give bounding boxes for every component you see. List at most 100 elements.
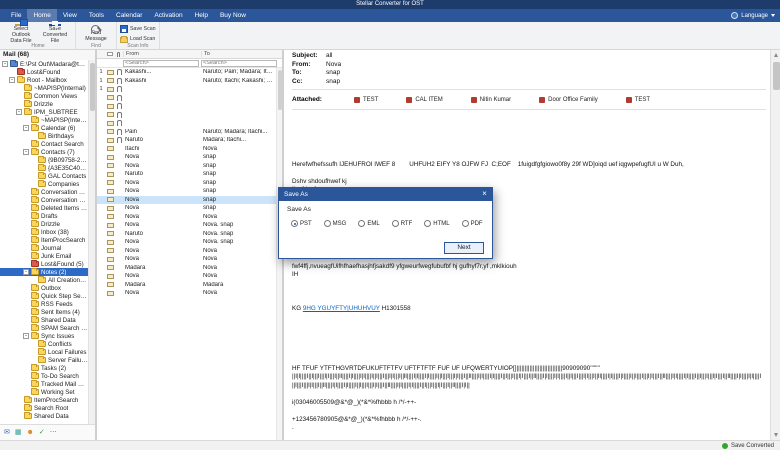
attachment-chip[interactable]: TEST [354,96,378,103]
tree-item[interactable]: Lost&Found (5) [0,260,88,268]
module-icon[interactable]: ▦ [15,425,22,441]
tree-header[interactable]: Mail (68) [0,50,95,60]
tree-item[interactable]: ~MAPISP(Internal) [0,84,88,92]
module-icon[interactable]: ☻ [27,425,34,441]
menu-tab[interactable]: Activation [148,9,188,22]
list-scrollbar-thumb[interactable] [278,70,282,110]
mail-list-row[interactable] [97,111,276,120]
tree-item[interactable]: Companies [0,180,88,188]
tree-item[interactable]: GAL Contacts [0,172,88,180]
menu-tab[interactable]: Tools [83,9,110,22]
mail-list-row[interactable]: Nova Nova [97,272,276,281]
tree-item[interactable]: Local Failures [0,348,88,356]
tree-item[interactable]: - Root - Mailbox [0,76,88,84]
mail-list-row[interactable]: Nova Nova. snap [97,221,276,230]
tree-item[interactable]: To-Do Search [0,372,88,380]
tree-scrollbar[interactable] [88,60,95,424]
expander-icon[interactable]: - [23,333,29,339]
tree-item[interactable]: Shared Data [0,316,88,324]
menu-tab[interactable]: Calendar [110,9,148,22]
tree-item[interactable]: All Creations (2) [0,276,88,284]
find-message-button[interactable]: Find Message [79,23,113,43]
tree-item[interactable]: - Contacts (7) [0,148,88,156]
to-search-input[interactable] [201,59,277,67]
mail-list-row[interactable] [97,94,276,103]
tree-item[interactable]: Server Failures [0,356,88,364]
mail-list-row[interactable]: 1 [97,85,276,94]
tree-item[interactable]: - Notes (2) [0,268,88,276]
mail-list-row[interactable]: Nova Nova [97,289,276,298]
next-button[interactable]: Next [444,242,484,254]
format-radio-option[interactable]: PST [291,220,312,227]
tree-item[interactable]: Contact Search [0,140,88,148]
mail-list-row[interactable]: Nova Nova. snap [97,238,276,247]
attachment-chip[interactable]: Door Office Family [539,96,598,103]
menu-tab[interactable]: Help [189,9,214,22]
tree-item[interactable]: ~MAPISP(Internal) [0,116,88,124]
to-column-header[interactable]: To [201,51,282,57]
mail-list-row[interactable]: Nova Nova [97,247,276,256]
mail-list-row[interactable]: Nova Nova [97,255,276,264]
attachment-chip[interactable]: CAL ITEM [406,96,443,103]
tree-item[interactable]: {A3E35C40-8540-... [0,164,88,172]
format-radio-option[interactable]: HTML [424,220,450,227]
tree-item[interactable]: ItemProcSearch [0,236,88,244]
mail-list-row[interactable]: Naruto snap [97,170,276,179]
save-converted-file-button[interactable]: Save Converted File [38,21,72,43]
tree-item[interactable]: Junk Email [0,252,88,260]
tree-item[interactable]: Inbox (38) [0,228,88,236]
preview-scrollbar-thumb[interactable] [772,62,780,90]
expander-icon[interactable]: - [23,125,29,131]
from-column-header[interactable]: From [123,51,201,57]
mail-list-row[interactable]: Nova Nova [97,213,276,222]
menu-tab[interactable]: View [57,9,83,22]
expander-icon[interactable]: - [16,109,22,115]
tree-item[interactable]: Drizzle [0,100,88,108]
mail-list-row[interactable]: Nova snap [97,153,276,162]
tree-item[interactable]: Birthdays [0,132,88,140]
mail-list-row[interactable]: Nova snap [97,195,276,204]
tree-item[interactable]: - E:\Pst Out\Madara@tech.c... [0,60,88,68]
load-scan-button[interactable]: Load Scan [120,35,156,43]
mail-list-row[interactable]: 1 Kakashi Naruto; Itachi; Kakashi; Pain.… [97,77,276,86]
attachment-column-header[interactable] [115,51,123,57]
mail-list-row[interactable]: Madara Madara [97,281,276,290]
select-outlook-data-file-button[interactable]: Select Outlook Data File [4,19,38,43]
mail-type-column-header[interactable] [105,52,115,56]
tree-item[interactable]: Conflicts [0,340,88,348]
tree-item[interactable]: - Sync Issues [0,332,88,340]
tree-item[interactable]: Deleted Items (1) [0,204,88,212]
scroll-down-arrow-icon[interactable] [771,430,780,440]
scroll-up-arrow-icon[interactable] [771,50,780,60]
tree-item[interactable]: Journal [0,244,88,252]
mail-list-row[interactable]: Nova snap [97,162,276,171]
tree-item[interactable]: SPAM Search Folder 2 [0,324,88,332]
mail-list-row[interactable] [97,119,276,128]
tree-item[interactable]: Shared Data [0,412,88,420]
expander-icon[interactable]: - [23,269,29,275]
tree-item[interactable]: Drafts [0,212,88,220]
mail-list-row[interactable]: Madara Nova [97,264,276,273]
attachment-chip[interactable]: TEST [625,96,650,103]
mail-list-row[interactable]: Nova snap [97,179,276,188]
tree-item[interactable]: Working Set [0,388,88,396]
module-icon[interactable]: ⋯ [50,425,57,441]
mail-list-row[interactable] [97,102,276,111]
tree-item[interactable]: Quick Step Settings [0,292,88,300]
format-radio-option[interactable]: PDF [461,220,483,227]
mail-list-row[interactable]: Nova snap [97,204,276,213]
tree-item[interactable]: RSS Feeds [0,300,88,308]
attachment-chip[interactable]: Nitin Kumar [470,96,511,103]
tree-item[interactable]: Outbox [0,284,88,292]
tree-scrollbar-thumb[interactable] [90,63,95,111]
mail-list-row[interactable]: Naruto Nova. snap [97,230,276,239]
expander-icon[interactable]: - [2,61,8,67]
save-scan-button[interactable]: Save Scan [120,25,156,33]
module-icon[interactable]: ✉ [4,425,10,441]
close-icon[interactable]: × [477,188,492,201]
tree-item[interactable]: Sent Items (4) [0,308,88,316]
tree-item[interactable]: Tasks (2) [0,364,88,372]
format-radio-option[interactable]: MSG [323,220,346,227]
tree-item[interactable]: Drizzle [0,220,88,228]
tree-item[interactable]: Conversation Action S... [0,188,88,196]
